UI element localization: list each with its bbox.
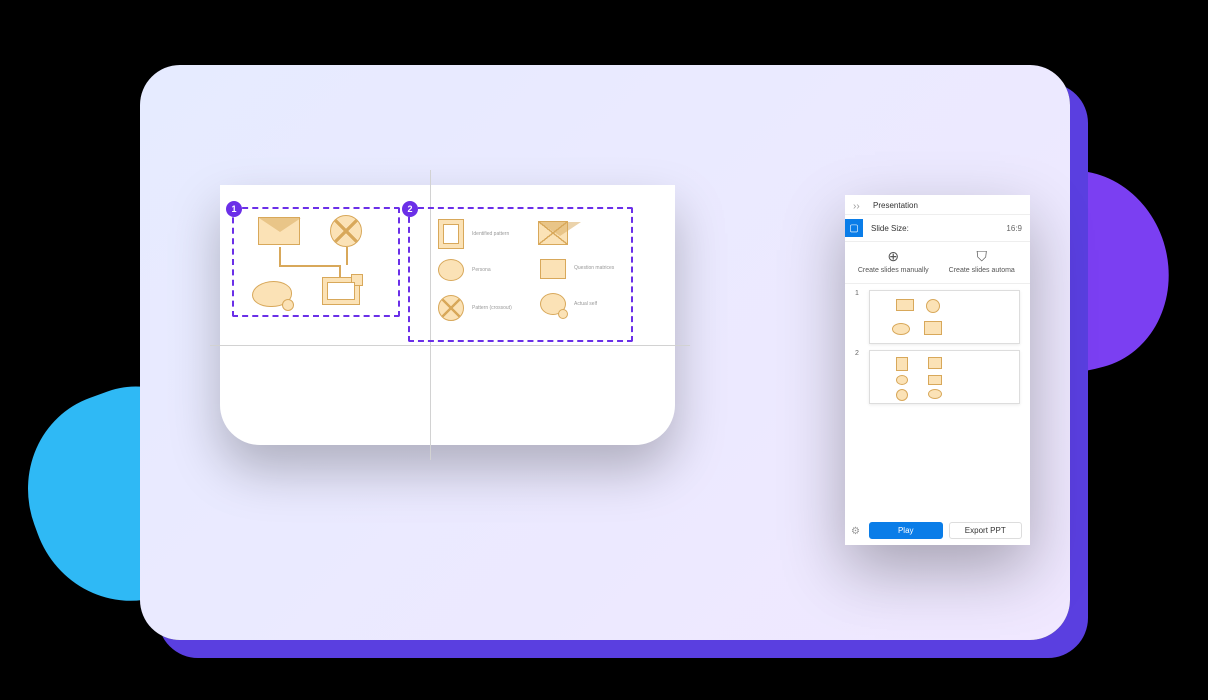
connector-line xyxy=(346,247,348,265)
shield-icon: ⛉ xyxy=(938,248,1027,265)
selection-badge-1: 1 xyxy=(226,201,242,217)
slide-size-row[interactable]: ▢ Slide Size: 16:9 xyxy=(845,214,1030,242)
shape-page[interactable] xyxy=(438,219,464,249)
app-stage: 1 2 Identified pattern Persona Pattern (… xyxy=(140,65,1070,640)
shape-label: Actual self xyxy=(574,301,597,307)
grid-line-horizontal xyxy=(210,345,690,346)
slide-number: 1 xyxy=(855,290,863,344)
connector-line xyxy=(279,247,281,265)
shape-label: Persona xyxy=(472,267,491,273)
panel-footer: Play Export PPT xyxy=(845,522,1030,539)
play-button[interactable]: Play xyxy=(869,522,943,539)
shape-circle-cross[interactable] xyxy=(330,215,362,247)
plus-circle-icon: ⊕ xyxy=(849,248,938,265)
shape-envelope-cross[interactable] xyxy=(538,221,568,245)
panel-actions: ⊕ Create slides manually ⛉ Create slides… xyxy=(845,242,1030,284)
slide-thumbnail-1[interactable]: 1 xyxy=(855,290,1020,344)
shape-circle-small[interactable] xyxy=(558,309,568,319)
presentation-panel: ›› Presentation ▢ Slide Size: 16:9 ⊕ Cre… xyxy=(845,195,1030,545)
slide-number: 2 xyxy=(855,350,863,404)
create-manual-label: Create slides manually xyxy=(849,267,938,275)
shape-label: Question matrices xyxy=(574,265,614,271)
selection-frame-1[interactable]: 1 xyxy=(232,207,400,317)
shape-circle-small[interactable] xyxy=(282,299,294,311)
diagram-canvas[interactable]: 1 2 Identified pattern Persona Pattern (… xyxy=(220,185,675,445)
slide-preview xyxy=(869,290,1020,344)
shape-label: Identified pattern xyxy=(472,231,509,237)
connector-line xyxy=(339,265,341,277)
selection-frame-2[interactable]: 2 Identified pattern Persona Pattern (cr… xyxy=(408,207,633,342)
slides-list: 1 2 xyxy=(845,284,1030,416)
slide-size-label: Slide Size: xyxy=(871,224,1006,233)
export-ppt-button[interactable]: Export PPT xyxy=(949,522,1023,539)
connector-line xyxy=(279,265,339,267)
create-auto-button[interactable]: ⛉ Create slides automa xyxy=(938,248,1027,275)
shape-label: Pattern (crossout) xyxy=(472,305,512,311)
create-manual-button[interactable]: ⊕ Create slides manually xyxy=(849,248,938,275)
shape-ellipse[interactable] xyxy=(438,259,464,281)
slide-preview xyxy=(869,350,1020,404)
shape-rect[interactable] xyxy=(540,259,566,279)
selection-badge-2: 2 xyxy=(402,201,418,217)
shape-stacked-rect[interactable] xyxy=(322,277,360,305)
panel-title: Presentation xyxy=(845,195,1030,214)
create-auto-label: Create slides automa xyxy=(938,267,1027,275)
slide-size-value: 16:9 xyxy=(1006,224,1022,233)
slide-thumbnail-2[interactable]: 2 xyxy=(855,350,1020,404)
presentation-tab-icon[interactable]: ▢ xyxy=(845,219,863,237)
shape-envelope[interactable] xyxy=(258,217,300,245)
shape-circle-cross[interactable] xyxy=(438,295,464,321)
collapse-icon[interactable]: ›› xyxy=(853,201,860,212)
